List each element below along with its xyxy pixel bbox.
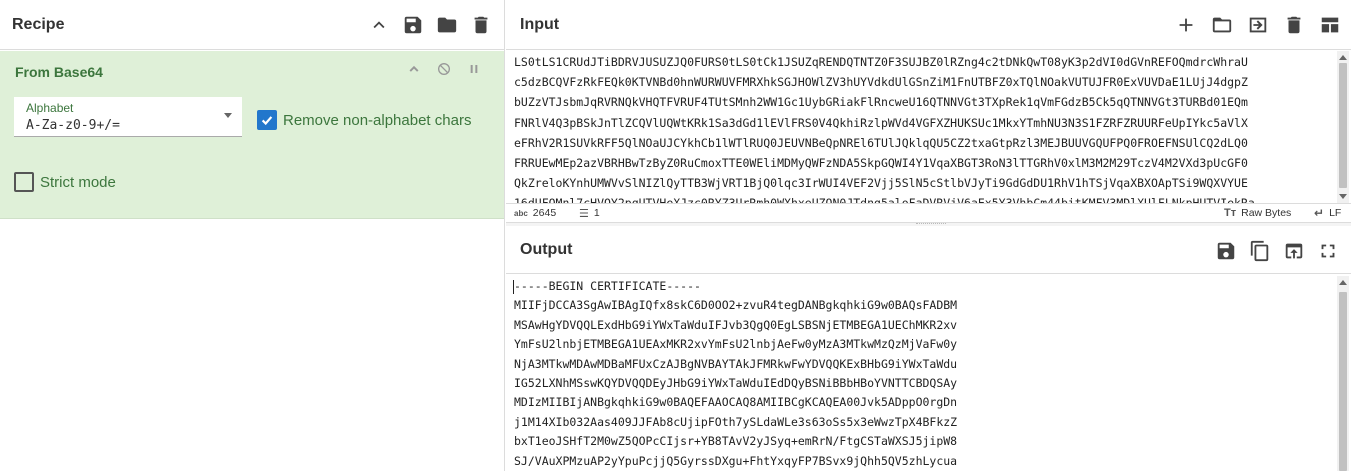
input-textarea[interactable]: LS0tLS1CRUdJTiBDRVJUSUZJQ0FURS0tLS0tCk1J…: [506, 51, 1336, 203]
output-line: NjA3MTkwMDAwMDBaMFUxCzAJBgNVBAYTAkJFMRkw…: [514, 356, 958, 371]
input-line: 16dUFQMnl7cHVQY2pqUTVHeXJzc0RYZ3UrRmh0WX…: [514, 193, 1328, 203]
input-line: eFRhV2R1SUVkRFF5QlNOaUJCYkhCb1lWTlRUQ0JE…: [514, 135, 1248, 150]
recipe-panel: Recipe From Base64 Alphabet A-Za-z0-9+/=…: [0, 0, 505, 471]
line-count-value: 1: [593, 207, 600, 219]
output-scrollbar[interactable]: [1337, 276, 1349, 471]
remove-non-alphabet-checkbox[interactable]: [257, 110, 277, 130]
eol-sequence[interactable]: ↵ LF: [1314, 206, 1341, 220]
pause-breakpoint-icon[interactable]: [466, 61, 482, 77]
input-line: FNRlV4Q3pBSkJnTlZCQVlUQWtKRk1Sa3dGd1lEVl…: [514, 115, 1248, 130]
output-title: Output: [520, 241, 573, 258]
output-toolbar: [1215, 227, 1339, 274]
input-header: Input: [506, 0, 1351, 50]
scroll-up-arrow-icon[interactable]: [1339, 280, 1347, 285]
output-scroll-thumb[interactable]: [1339, 292, 1347, 471]
resize-grip[interactable]: [916, 223, 946, 225]
output-line: j1M14XIb032Aas409JJFAb8cUjipFOth7ySLdaWL…: [514, 414, 958, 429]
input-line: LS0tLS1CRUdJTiBDRVJUSUZJQ0FURS0tLS0tCk1J…: [514, 55, 1248, 69]
input-line: bUZzVTJsbmJqRVRNQkVHQTFVRUF4TUtSMnh2WW1G…: [514, 95, 1248, 110]
output-line: bxT1eoJSHfT2M0wZ5QOPcCIjsr+YB8TAvV2yJSyq…: [514, 434, 958, 449]
output-line: SJ/VAuXPMzuAP2yYpuPcjjQ5GyrssDXgu+FhtYxq…: [514, 453, 958, 468]
input-title: Input: [520, 15, 560, 33]
maximise-output-icon[interactable]: [1317, 240, 1339, 262]
char-count-value: 2645: [532, 207, 557, 219]
replace-input-with-output-icon[interactable]: [1283, 240, 1305, 262]
collapse-chevron-up-icon[interactable]: [368, 14, 390, 36]
load-recipe-folder-icon[interactable]: [436, 14, 458, 36]
remove-non-alphabet-label: Remove non-alphabet chars: [283, 111, 472, 129]
line-count: ☰ 1: [579, 207, 600, 220]
panel-resize-divider[interactable]: [506, 222, 1351, 226]
disable-operation-icon[interactable]: [436, 61, 452, 77]
recipe-title: Recipe: [12, 15, 65, 33]
output-line: YmFsU2lnbjETMBEGA1UEAxMKR2xvYmFsU2lnbjAe…: [514, 337, 958, 352]
abc-length-icon: abc: [514, 208, 528, 218]
input-panel: Input LS0tLS1CRUdJTiBDRVJUSUZJQ0FURS0tLS…: [506, 0, 1351, 222]
save-recipe-icon[interactable]: [402, 14, 424, 36]
output-line: MSAwHgYDVQQLExdHbG9iYWxTaWduIFJvb3QgQ0Eg…: [514, 317, 958, 332]
save-output-icon[interactable]: [1215, 240, 1237, 262]
input-scrollbar[interactable]: [1337, 51, 1349, 203]
operation-controls: [406, 61, 482, 77]
char-count: abc 2645: [514, 207, 556, 219]
clear-recipe-trash-icon[interactable]: [470, 14, 492, 36]
output-line: IG52LXNhMSswKQYDVQQDEyJHbG9iYWxTaWduIEdD…: [514, 376, 958, 391]
output-textarea[interactable]: -----BEGIN CERTIFICATE----- MIIFjDCCA3SgA…: [506, 276, 1336, 471]
output-line: -----BEGIN CERTIFICATE-----: [514, 279, 701, 293]
reset-layout-icon[interactable]: [1319, 14, 1341, 36]
input-toolbar: [1175, 0, 1341, 50]
operation-title: From Base64: [15, 64, 103, 80]
input-line: FRRUEwMEp2azVBRHBwTzByZ0RuCmoxTTE0WEliMD…: [514, 156, 1248, 171]
operation-from-base64: From Base64 Alphabet A-Za-z0-9+/= Remove…: [0, 51, 504, 219]
clear-input-trash-icon[interactable]: [1283, 14, 1305, 36]
input-status-bar: abc 2645 ☰ 1 Tт Raw Bytes ↵ LF: [506, 203, 1351, 222]
lines-icon: ☰: [579, 207, 589, 220]
recipe-toolbar: [368, 0, 492, 50]
alphabet-value: A-Za-z0-9+/=: [26, 118, 120, 133]
input-line: c5dzBCQVFzRkFEQk0KTVNBd0hnWURWUVFMRXhkSG…: [514, 75, 1248, 90]
eol-label: LF: [1329, 207, 1342, 219]
text-format-icon: Tт: [1224, 207, 1237, 219]
strict-mode-checkbox[interactable]: [14, 172, 34, 192]
recipe-header: Recipe: [0, 0, 504, 50]
operation-collapse-chevron-icon[interactable]: [406, 61, 422, 77]
output-panel: Output -----BEGIN CERTIFICATE----- MIIFjD…: [506, 227, 1351, 471]
open-file-input-icon[interactable]: [1247, 14, 1269, 36]
scroll-up-arrow-icon[interactable]: [1339, 55, 1347, 60]
text-cursor: [513, 280, 514, 294]
return-arrow-icon: ↵: [1314, 206, 1325, 220]
alphabet-label: Alphabet: [26, 101, 74, 115]
strict-mode-label: Strict mode: [40, 173, 116, 191]
input-line: QkZreloKYnhUMWVvSlNIZlQyTTB3WjVRT1BjQ0lq…: [514, 176, 1248, 191]
open-folder-icon[interactable]: [1211, 14, 1233, 36]
add-tab-plus-icon[interactable]: [1175, 14, 1197, 36]
input-encoding-label: Raw Bytes: [1241, 207, 1292, 219]
strict-mode-option[interactable]: Strict mode: [14, 172, 116, 192]
scroll-down-arrow-icon[interactable]: [1339, 194, 1347, 199]
input-scroll-thumb[interactable]: [1339, 63, 1347, 188]
output-header: Output: [506, 227, 1351, 274]
copy-output-icon[interactable]: [1249, 240, 1271, 262]
output-line: MDIzMIIBIjANBgkqhkiG9w0BAQEFAAOCAQ8AMIIB…: [514, 395, 958, 410]
input-encoding[interactable]: Tт Raw Bytes: [1224, 207, 1291, 219]
alphabet-dropdown[interactable]: Alphabet A-Za-z0-9+/=: [14, 97, 242, 137]
remove-non-alphabet-option[interactable]: Remove non-alphabet chars: [257, 110, 471, 130]
output-line: MIIFjDCCA3SgAwIBAgIQfx8skC6D0OO2+zvuR4te…: [514, 298, 958, 313]
dropdown-caret-icon: [224, 113, 232, 118]
